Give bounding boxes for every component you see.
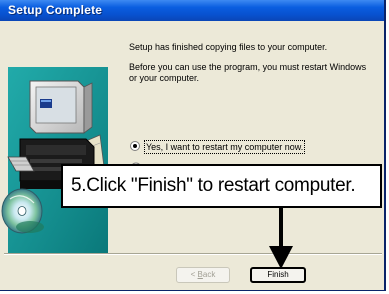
restart-now-radio[interactable] (130, 141, 140, 151)
restart-now-label[interactable]: Yes, I want to restart my computer now. (144, 140, 306, 154)
window-title: Setup Complete (8, 3, 103, 17)
button-divider (4, 253, 382, 255)
monitor-icon (29, 80, 93, 134)
back-button[interactable]: < Back (176, 267, 230, 283)
finish-message: Setup has finished copying files to your… (129, 42, 328, 52)
restart-message: Before you can use the program, you must… (129, 62, 367, 83)
arrow-down-icon (269, 208, 293, 269)
computer-illustration (1, 67, 108, 253)
setup-illustration-panel (0, 21, 119, 253)
title-bar[interactable]: Setup Complete (0, 0, 384, 21)
instruction-callout-text: 5.Click "Finish" to restart computer. (71, 175, 356, 196)
content-area: Setup has finished copying files to your… (129, 21, 379, 251)
restart-now-option[interactable]: Yes, I want to restart my computer now. (129, 140, 379, 154)
setup-dialog: Setup Complete Setup has finished copyin… (0, 0, 386, 291)
instruction-callout: 5.Click "Finish" to restart computer. (61, 164, 382, 208)
